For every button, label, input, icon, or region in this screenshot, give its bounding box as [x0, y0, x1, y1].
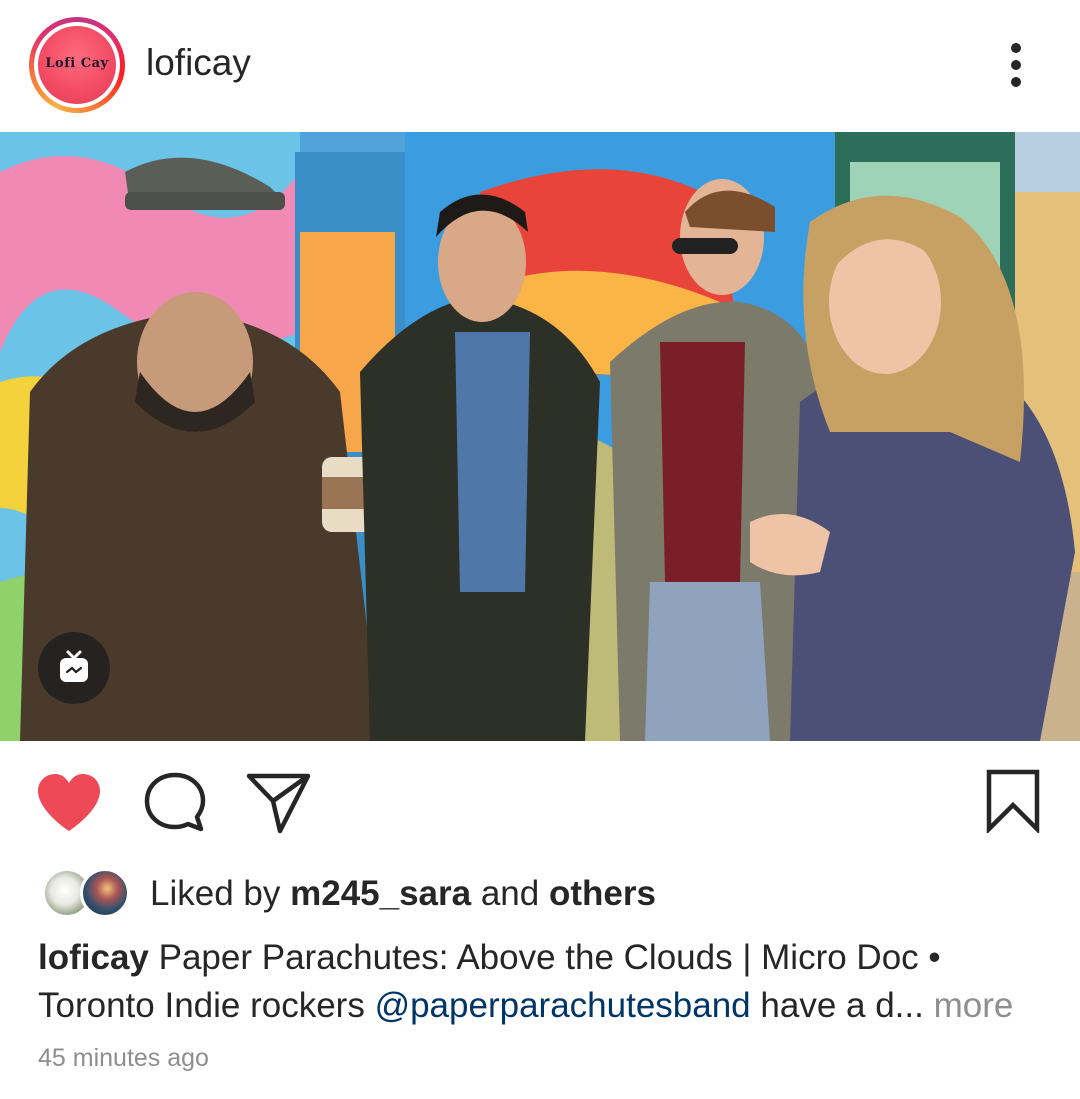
caption-text-truncated: have a d... [760, 986, 924, 1025]
post-header: Lofi Cay loficay [0, 0, 1080, 132]
comment-icon[interactable] [143, 771, 207, 835]
story-ring[interactable]: Lofi Cay [29, 17, 125, 113]
caption-text-line1: Paper Parachutes: Above the Clouds | Mic… [158, 938, 941, 977]
heart-filled-icon[interactable] [36, 773, 102, 833]
caption-mention[interactable]: @paperparachutesband [375, 986, 751, 1025]
more-vertical-icon[interactable] [1000, 40, 1032, 90]
paper-plane-icon[interactable] [246, 771, 312, 835]
caption-username[interactable]: loficay [38, 938, 149, 977]
bookmark-icon[interactable] [985, 769, 1041, 833]
liked-by-others[interactable]: others [549, 874, 656, 913]
liked-by-user[interactable]: m245_sara [290, 874, 471, 913]
caption-more-link[interactable]: more [934, 986, 1014, 1025]
avatar[interactable]: Lofi Cay [38, 26, 116, 104]
caption-text-line2: Toronto Indie rockers [38, 986, 365, 1025]
liked-by-text: Liked by m245_sara and others [150, 874, 656, 913]
liked-by-row[interactable]: Liked by m245_sara and others [42, 868, 1042, 918]
igtv-icon [60, 650, 88, 682]
igtv-badge[interactable] [38, 632, 110, 704]
liker-avatar[interactable] [80, 868, 130, 918]
avatar-logo-text: Lofi Cay [45, 56, 109, 71]
post-photo[interactable] [0, 132, 1080, 741]
post-timestamp: 45 minutes ago [38, 1044, 209, 1072]
post-caption: loficay Paper Parachutes: Above the Clou… [38, 934, 1048, 1030]
post-username[interactable]: loficay [146, 42, 251, 84]
post-actions-bar [0, 741, 1080, 861]
photo-illustration [0, 132, 1080, 741]
